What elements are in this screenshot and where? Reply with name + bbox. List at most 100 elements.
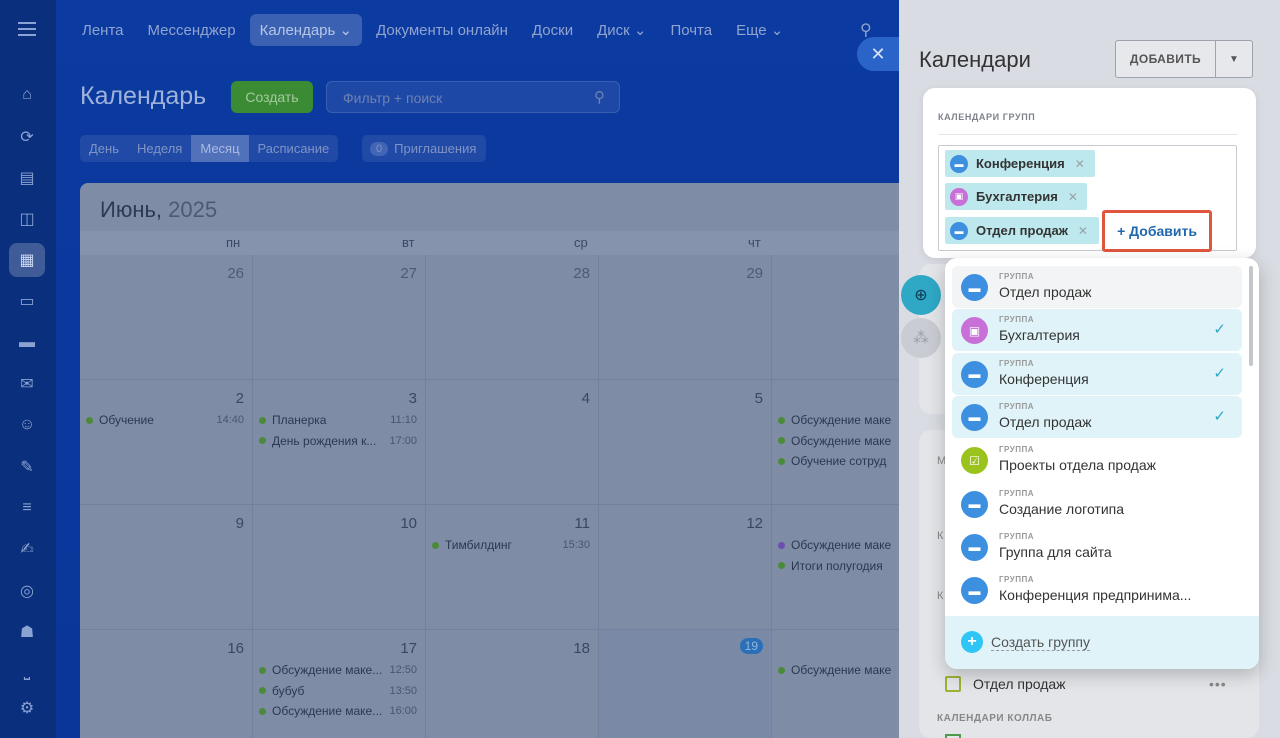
invitations-count: 0: [370, 141, 389, 156]
calendar-color-checkbox[interactable]: [945, 676, 961, 692]
calendar-day-cell[interactable]: 17 Обсуждение маке... 12:50 бубуб 13:50 Обсуж…: [253, 630, 426, 738]
mail-icon[interactable]: ✉: [16, 373, 38, 395]
invitations-button[interactable]: 0 Приглашения: [362, 135, 487, 162]
calendar-day-cell[interactable]: 26: [80, 255, 253, 380]
filter-icon[interactable]: ≡: [16, 497, 38, 519]
group-option[interactable]: ▬ ГРУППА Конференция ✓: [952, 352, 1242, 395]
day-number: 9: [235, 515, 244, 532]
add-group-link[interactable]: + Добавить: [1102, 210, 1212, 252]
edit-doc-icon[interactable]: ✍: [16, 538, 38, 560]
group-option[interactable]: ▬ ГРУППА Группа для сайта: [952, 526, 1242, 568]
chevron-down-icon[interactable]: ▼: [1216, 41, 1252, 77]
calendar-day-cell[interactable]: 28: [426, 255, 599, 380]
calendar-day-cell[interactable]: 10: [253, 505, 426, 630]
calendar-event[interactable]: Обучение 14:40: [86, 412, 244, 428]
folder-icon: ▬: [961, 403, 988, 431]
calendar-event[interactable]: Планерка 11:10: [259, 412, 417, 428]
checkmark-icon: ✓: [1213, 321, 1226, 339]
tab-day[interactable]: День: [80, 135, 128, 162]
add-split-button: ДОБАВИТЬ ▼: [1115, 40, 1253, 78]
remove-tag-icon[interactable]: ✕: [1068, 190, 1078, 204]
calendar-day-cell[interactable]: 19: [599, 630, 772, 738]
plus-icon: +: [961, 631, 983, 653]
tab-schedule[interactable]: Расписание: [249, 135, 339, 162]
create-group-row[interactable]: + Создать группу: [945, 616, 1259, 669]
remove-tag-icon[interactable]: ✕: [1078, 224, 1088, 238]
scrollbar[interactable]: [1249, 266, 1253, 366]
contacts-icon[interactable]: ☺: [16, 414, 38, 436]
event-time: 12:50: [389, 664, 417, 676]
group-option[interactable]: ▣ ГРУППА Бухгалтерия ✓: [952, 309, 1242, 352]
divider: [938, 134, 1238, 135]
group-option[interactable]: ▬ ГРУППА Отдел продаж ✓: [952, 395, 1242, 438]
nav-calendar[interactable]: Календарь ⌄: [249, 14, 363, 46]
calendar-event[interactable]: Обсуждение маке... 12:50: [259, 662, 417, 678]
nav-more[interactable]: Еще ⌄: [736, 21, 783, 39]
group-option[interactable]: ▬ ГРУППА Отдел продаж: [952, 266, 1242, 308]
calendar-event[interactable]: День рождения к... 17:00: [259, 433, 417, 449]
calendar-day-cell[interactable]: 9: [80, 505, 253, 630]
nav-documents[interactable]: Документы онлайн: [376, 22, 508, 39]
tab-month[interactable]: Месяц: [191, 135, 249, 162]
checkmark-icon: ✓: [1213, 407, 1226, 425]
group-option[interactable]: ▬ ГРУППА Конференция предпринима...: [952, 569, 1242, 611]
event-dot: [86, 416, 93, 424]
nav-feed[interactable]: Лента: [82, 22, 124, 39]
nav-disk[interactable]: Диск ⌄: [597, 21, 646, 39]
calendar-day-cell[interactable]: 3 Планерка 11:10 День рождения к... 17:00: [253, 380, 426, 505]
robot-icon[interactable]: ☗: [16, 621, 38, 643]
day-number: 18: [573, 640, 590, 657]
calendar-day-cell[interactable]: 29: [599, 255, 772, 380]
event-time: 14:40: [216, 414, 244, 426]
drive-icon[interactable]: ▬: [16, 332, 38, 354]
calendar-day-cell[interactable]: 2 Обучение 14:40: [80, 380, 253, 505]
calendar-day-cell[interactable]: 27: [253, 255, 426, 380]
nav-boards[interactable]: Доски: [532, 22, 573, 39]
calendar-day-cell[interactable]: 5: [599, 380, 772, 505]
target-icon[interactable]: ◎: [16, 580, 38, 602]
document-icon[interactable]: ▭: [16, 290, 38, 312]
group-caption: ГРУППА: [999, 531, 1035, 541]
event-dot: [432, 541, 439, 549]
more-icon[interactable]: •••: [1209, 676, 1227, 692]
calendar-day-cell[interactable]: 12: [599, 505, 772, 630]
remove-tag-icon[interactable]: ✕: [1075, 157, 1085, 171]
group-option[interactable]: ▬ ГРУППА Создание логотипа: [952, 483, 1242, 525]
menu-icon[interactable]: [18, 22, 36, 36]
day-number: 12: [746, 515, 763, 532]
calendar-event[interactable]: бубуб 13:50: [259, 683, 417, 699]
calendar-row-sales[interactable]: Отдел продаж: [945, 676, 1066, 692]
group-option[interactable]: ☑ ГРУППА Проекты отдела продаж: [952, 439, 1242, 481]
nav-mail[interactable]: Почта: [670, 22, 712, 39]
calendar-icon[interactable]: ▦: [16, 249, 38, 271]
calendar-day-cell[interactable]: 11 Тимбилдинг 15:30: [426, 505, 599, 630]
add-button[interactable]: ДОБАВИТЬ: [1116, 41, 1216, 77]
calendar-event[interactable]: Тимбилдинг 15:30: [432, 537, 590, 553]
event-title: бубуб: [272, 683, 305, 698]
event-title: Обсуждение маке...: [272, 704, 383, 718]
create-button[interactable]: Создать: [231, 81, 313, 113]
bed-icon[interactable]: ⎵: [16, 661, 38, 683]
calendar-day-cell[interactable]: 4: [426, 380, 599, 505]
close-panel-button[interactable]: ✕: [857, 37, 899, 71]
filter-search-input[interactable]: Фильтр + поиск ⚲: [326, 81, 620, 113]
event-dot: [778, 666, 785, 674]
pen-icon[interactable]: ✎: [16, 456, 38, 478]
group-caption: ГРУППА: [999, 272, 1035, 281]
group-name: Отдел продаж: [999, 284, 1092, 300]
nav-messenger[interactable]: Мессенджер: [148, 22, 236, 39]
activity-icon[interactable]: ⟳: [16, 126, 38, 148]
calendar-event[interactable]: Обсуждение маке... 16:00: [259, 703, 417, 719]
calendar-day-cell[interactable]: 16: [80, 630, 253, 738]
briefcase-icon: ▣: [961, 317, 988, 345]
settings-icon[interactable]: ⚙: [16, 697, 38, 719]
calendar-day-cell[interactable]: 18: [426, 630, 599, 738]
tab-week[interactable]: Неделя: [128, 135, 191, 162]
tag-label: Конференция: [976, 156, 1065, 171]
search-chat-icon[interactable]: ⊕: [901, 275, 941, 315]
group-icon[interactable]: ⁂: [901, 318, 941, 358]
feed-icon[interactable]: ▤: [16, 167, 38, 189]
collab-checkbox[interactable]: [945, 734, 961, 738]
chat-icon[interactable]: ◫: [16, 208, 38, 230]
home-icon[interactable]: ⌂: [16, 84, 38, 106]
